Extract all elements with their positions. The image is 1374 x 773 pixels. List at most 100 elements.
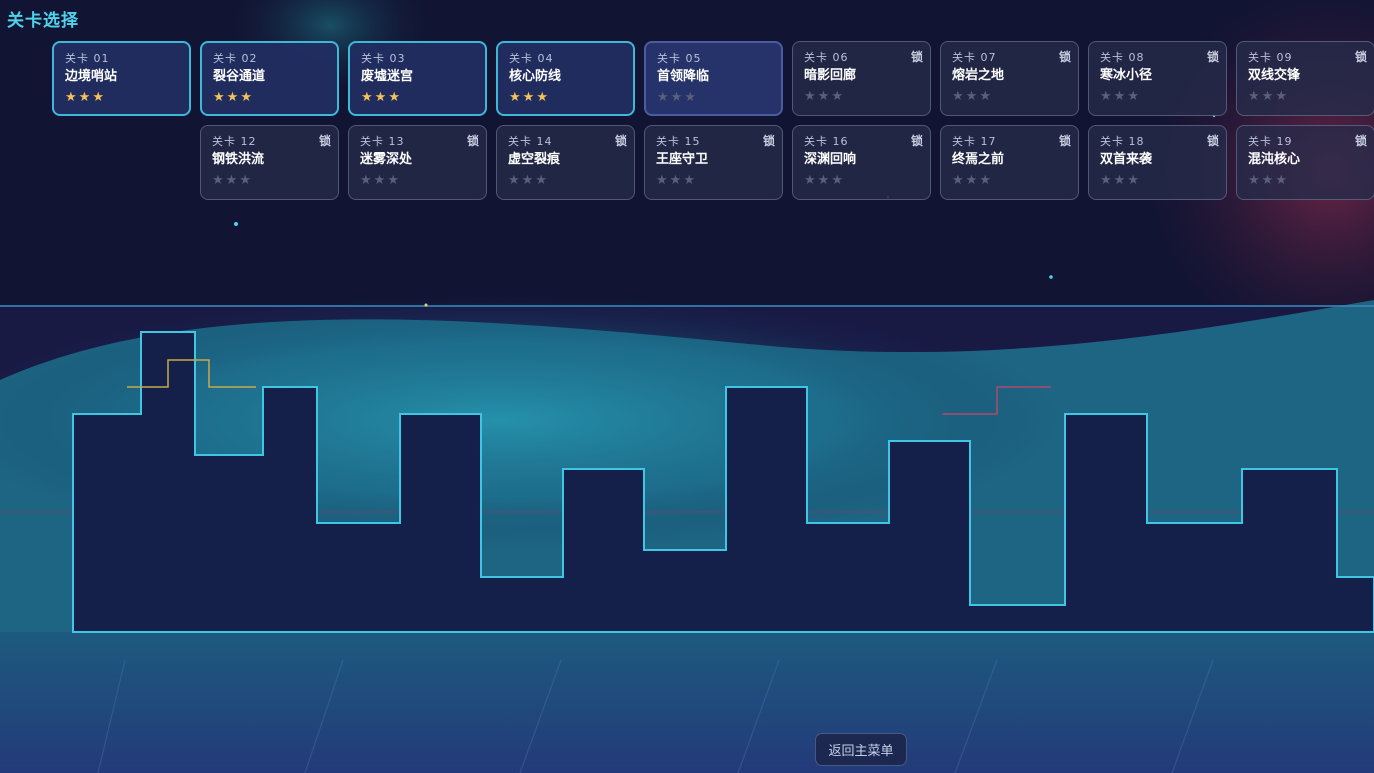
- star-rating: ★ ★ ★: [804, 88, 919, 104]
- star-rating: ★ ★ ★: [1100, 88, 1215, 104]
- back-to-main-menu-button[interactable]: 返回主菜单: [815, 733, 907, 766]
- star-icon: ★: [979, 89, 991, 104]
- lock-icon: 锁: [1354, 50, 1367, 64]
- star-rating: ★ ★ ★: [1100, 172, 1215, 188]
- star-icon: ★: [804, 89, 816, 104]
- level-card[interactable]: 关卡 09 双线交锋 ★ ★ ★ 锁: [1236, 41, 1374, 116]
- star-icon: ★: [656, 173, 668, 188]
- level-number: 关卡 04: [509, 52, 554, 65]
- star-rating: ★ ★ ★: [509, 89, 622, 105]
- star-icon: ★: [965, 173, 978, 188]
- level-number: 关卡 13: [360, 135, 405, 148]
- star-icon: ★: [387, 173, 399, 188]
- star-icon: ★: [965, 89, 978, 104]
- star-icon: ★: [78, 90, 91, 105]
- level-card[interactable]: 关卡 13 迷雾深处 ★ ★ ★ 锁: [348, 125, 487, 200]
- star-icon: ★: [817, 89, 830, 104]
- star-icon: ★: [240, 90, 252, 105]
- level-card[interactable]: 关卡 06 暗影回廊 ★ ★ ★ 锁: [792, 41, 931, 116]
- star-icon: ★: [226, 90, 239, 105]
- lock-icon: 锁: [318, 134, 331, 148]
- level-name: 双线交锋: [1248, 68, 1301, 83]
- star-icon: ★: [831, 89, 843, 104]
- star-icon: ★: [669, 173, 682, 188]
- star-rating: ★ ★ ★: [952, 172, 1067, 188]
- level-card[interactable]: 关卡 03 废墟迷宫 ★ ★ ★: [348, 41, 487, 116]
- level-name: 首领降临: [657, 69, 710, 84]
- star-rating: ★ ★ ★: [656, 172, 771, 188]
- star-rating: ★ ★ ★: [212, 172, 327, 188]
- star-icon: ★: [239, 173, 251, 188]
- star-icon: ★: [684, 90, 696, 105]
- star-icon: ★: [374, 90, 387, 105]
- level-name: 钢铁洪流: [212, 152, 265, 167]
- level-card[interactable]: 关卡 14 虚空裂痕 ★ ★ ★ 锁: [496, 125, 635, 200]
- level-name: 暗影回廊: [804, 68, 857, 83]
- level-card[interactable]: 关卡 01 边境哨站 ★ ★ ★: [52, 41, 191, 116]
- star-icon: ★: [225, 173, 238, 188]
- star-icon: ★: [536, 90, 548, 105]
- lock-icon: 锁: [466, 134, 479, 148]
- level-card[interactable]: 关卡 04 核心防线 ★ ★ ★: [496, 41, 635, 116]
- level-card[interactable]: 关卡 17 终焉之前 ★ ★ ★ 锁: [940, 125, 1079, 200]
- lock-icon: 锁: [1206, 134, 1219, 148]
- star-icon: ★: [360, 173, 372, 188]
- star-icon: ★: [213, 90, 225, 105]
- star-rating: ★ ★ ★: [804, 172, 919, 188]
- star-icon: ★: [1113, 173, 1126, 188]
- star-rating: ★ ★ ★: [1248, 172, 1363, 188]
- level-number: 关卡 19: [1248, 135, 1293, 148]
- star-icon: ★: [1261, 89, 1274, 104]
- level-name: 虚空裂痕: [508, 152, 561, 167]
- level-card[interactable]: 关卡 15 王座守卫 ★ ★ ★ 锁: [644, 125, 783, 200]
- lock-icon: 锁: [1354, 134, 1367, 148]
- star-icon: ★: [373, 173, 386, 188]
- star-icon: ★: [1113, 89, 1126, 104]
- star-icon: ★: [657, 90, 669, 105]
- star-icon: ★: [1100, 173, 1112, 188]
- star-rating: ★ ★ ★: [360, 172, 475, 188]
- level-name: 熔岩之地: [952, 68, 1005, 83]
- level-name: 深渊回响: [804, 152, 857, 167]
- star-icon: ★: [1100, 89, 1112, 104]
- level-number: 关卡 12: [212, 135, 257, 148]
- star-icon: ★: [1127, 173, 1139, 188]
- star-icon: ★: [1275, 89, 1287, 104]
- lock-icon: 锁: [910, 50, 923, 64]
- level-card[interactable]: 关卡 07 熔岩之地 ★ ★ ★ 锁: [940, 41, 1079, 116]
- level-card[interactable]: 关卡 16 深渊回响 ★ ★ ★ 锁: [792, 125, 931, 200]
- level-card[interactable]: 关卡 05 首领降临 ★ ★ ★: [644, 41, 783, 116]
- star-icon: ★: [1127, 89, 1139, 104]
- star-rating: ★ ★ ★: [361, 89, 474, 105]
- level-card[interactable]: 关卡 12 钢铁洪流 ★ ★ ★ 锁: [200, 125, 339, 200]
- star-icon: ★: [1275, 173, 1287, 188]
- level-name: 迷雾深处: [360, 152, 413, 167]
- star-rating: ★ ★ ★: [213, 89, 326, 105]
- star-icon: ★: [92, 90, 104, 105]
- level-number: 关卡 15: [656, 135, 701, 148]
- level-card[interactable]: 关卡 08 寒冰小径 ★ ★ ★ 锁: [1088, 41, 1227, 116]
- level-number: 关卡 18: [1100, 135, 1145, 148]
- star-icon: ★: [1248, 89, 1260, 104]
- star-icon: ★: [212, 173, 224, 188]
- level-name: 废墟迷宫: [361, 69, 414, 84]
- level-number: 关卡 06: [804, 51, 849, 64]
- level-name: 裂谷通道: [213, 69, 266, 84]
- star-icon: ★: [522, 90, 535, 105]
- star-icon: ★: [831, 173, 843, 188]
- star-icon: ★: [952, 173, 964, 188]
- level-card[interactable]: 关卡 19 混沌核心 ★ ★ ★ 锁: [1236, 125, 1374, 200]
- star-icon: ★: [388, 90, 400, 105]
- level-card[interactable]: 关卡 18 双首来袭 ★ ★ ★ 锁: [1088, 125, 1227, 200]
- lock-icon: 锁: [762, 134, 775, 148]
- level-name: 边境哨站: [65, 69, 118, 84]
- level-number: 关卡 16: [804, 135, 849, 148]
- level-number: 关卡 02: [213, 52, 258, 65]
- level-number: 关卡 14: [508, 135, 553, 148]
- star-icon: ★: [683, 173, 695, 188]
- star-icon: ★: [804, 173, 816, 188]
- level-number: 关卡 05: [657, 52, 702, 65]
- star-rating: ★ ★ ★: [1248, 88, 1363, 104]
- level-card[interactable]: 关卡 02 裂谷通道 ★ ★ ★: [200, 41, 339, 116]
- star-icon: ★: [979, 173, 991, 188]
